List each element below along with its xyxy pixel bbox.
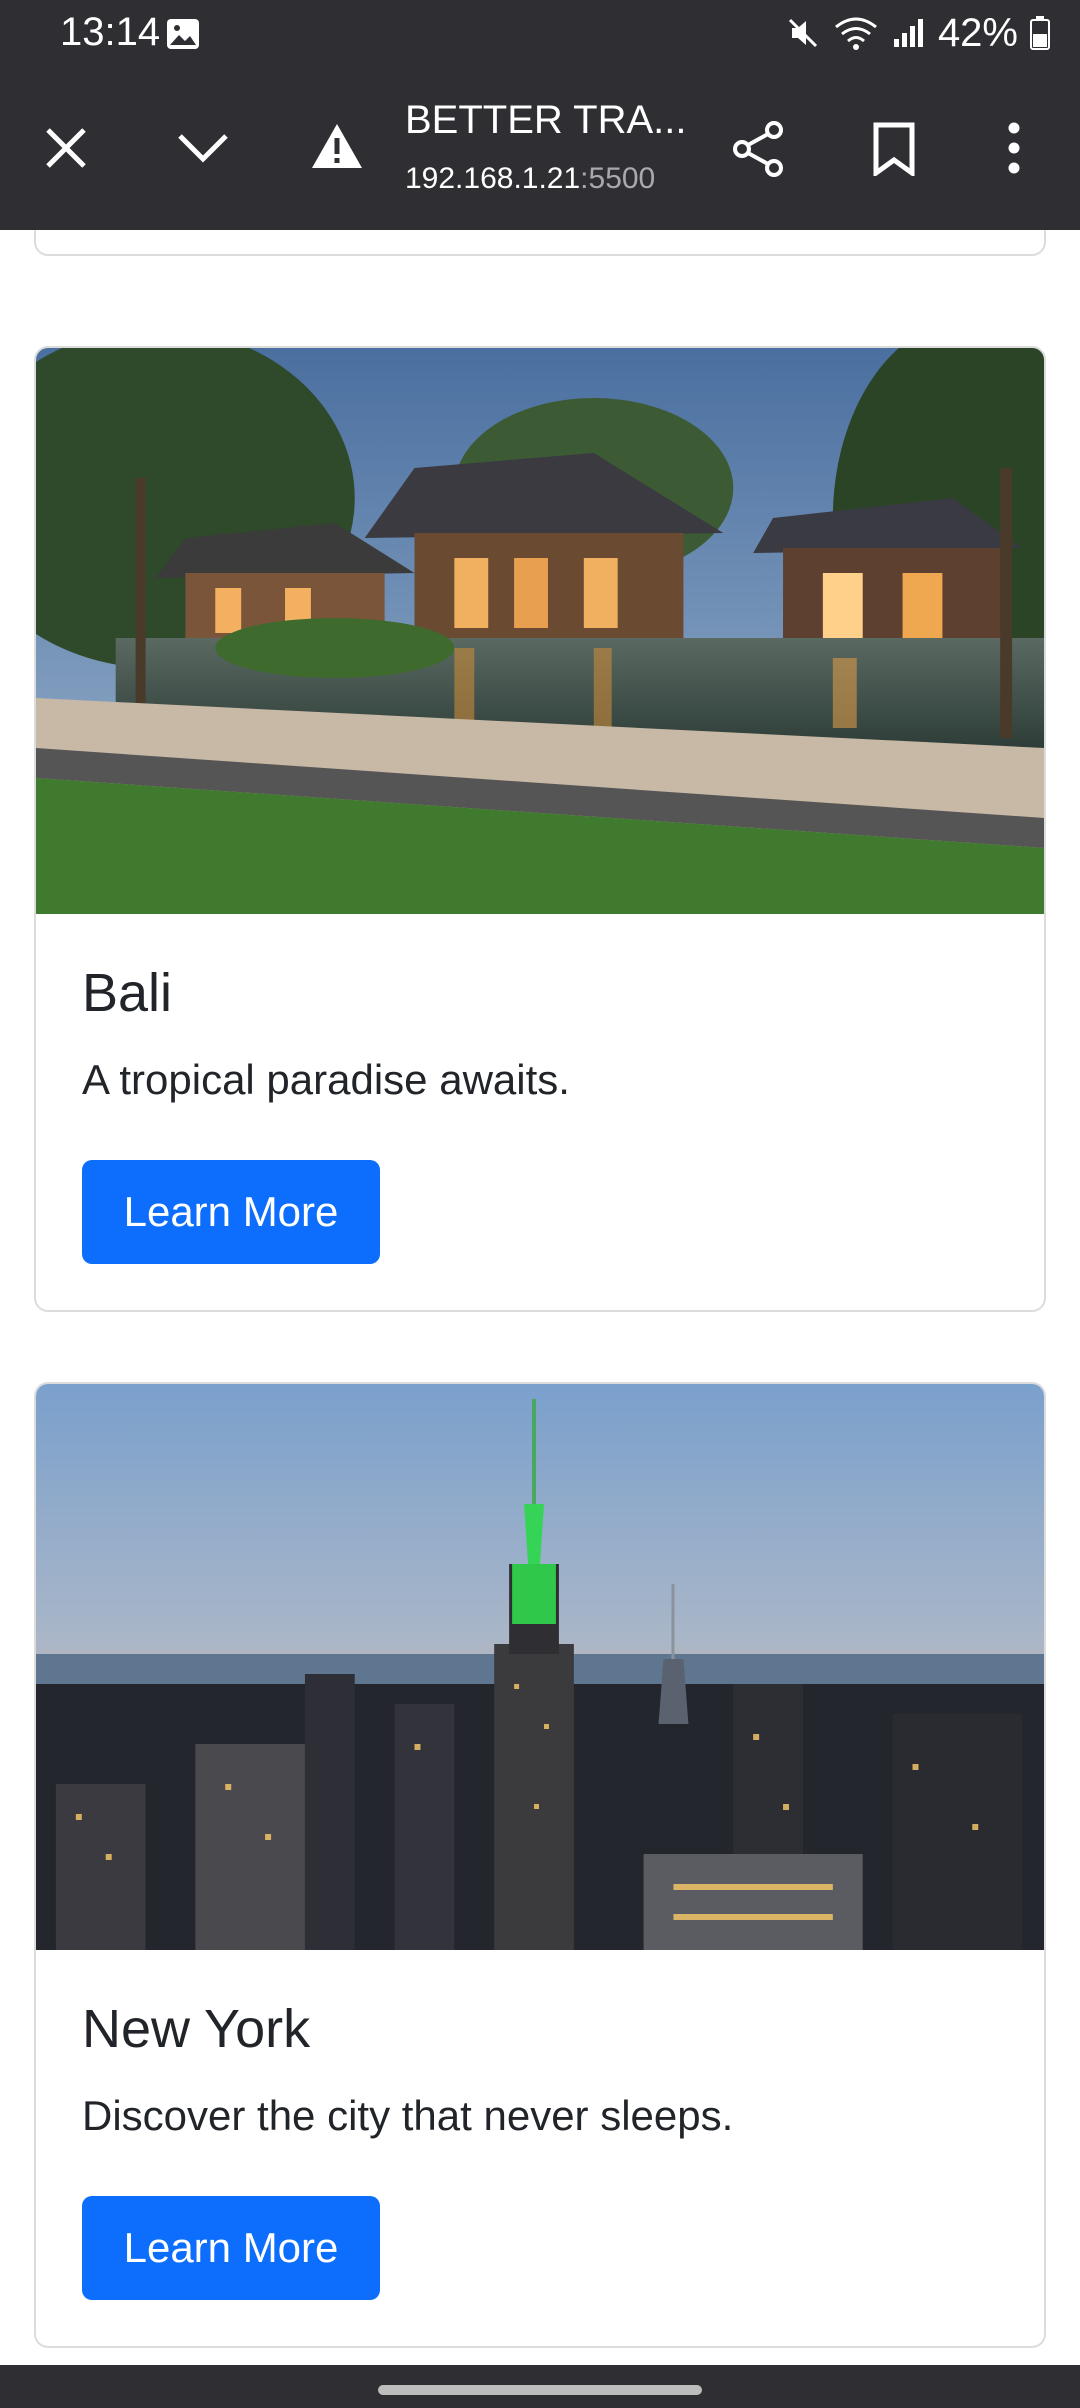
battery-icon bbox=[1030, 16, 1050, 50]
card-title: New York bbox=[82, 1999, 311, 2059]
gallery-notification-icon bbox=[167, 19, 199, 49]
page-content[interactable]: Bali A tropical paradise awaits. Learn M… bbox=[0, 230, 1080, 2365]
url-host[interactable]: 192.168.1.21:5500 bbox=[405, 162, 655, 196]
security-warning-button[interactable] bbox=[310, 122, 364, 170]
warning-icon bbox=[312, 124, 362, 168]
learn-more-button-bali[interactable]: Learn More bbox=[82, 1160, 380, 1264]
status-icons: 42% bbox=[786, 8, 1050, 58]
battery-percent: 42% bbox=[937, 10, 1018, 55]
url-port: :5500 bbox=[580, 162, 656, 195]
more-options-button[interactable] bbox=[1006, 122, 1022, 174]
destination-card-bali: Bali A tropical paradise awaits. Learn M… bbox=[34, 346, 1046, 1312]
url-host-address: 192.168.1.21 bbox=[405, 162, 581, 195]
home-gesture-handle[interactable] bbox=[378, 2385, 702, 2395]
status-bar: 13:14 42% bbox=[0, 0, 1080, 70]
share-icon bbox=[733, 121, 783, 177]
destination-card-new-york: New York Discover the city that never sl… bbox=[34, 1382, 1046, 2348]
new-york-skyline-image bbox=[36, 1384, 1044, 1950]
close-tab-button[interactable] bbox=[44, 126, 88, 170]
minimize-button[interactable] bbox=[176, 130, 230, 164]
share-button[interactable] bbox=[730, 120, 786, 178]
mute-icon bbox=[788, 18, 817, 48]
card-title: Bali bbox=[82, 963, 173, 1023]
bookmark-button[interactable] bbox=[872, 122, 916, 176]
chevron-down-icon bbox=[178, 134, 228, 163]
signal-icon bbox=[893, 19, 923, 47]
learn-more-button-new-york[interactable]: Learn More bbox=[82, 2196, 380, 2300]
bali-resort-image bbox=[36, 348, 1044, 914]
previous-card-bottom bbox=[34, 230, 1046, 256]
card-text: A tropical paradise awaits. bbox=[82, 1056, 570, 1103]
close-icon bbox=[46, 128, 86, 168]
browser-toolbar: 13:14 42% BETTER TRA... 192.168.1.21:550… bbox=[0, 0, 1080, 230]
wifi-icon bbox=[835, 17, 877, 50]
bookmark-icon bbox=[873, 122, 915, 176]
navigation-bar bbox=[0, 2365, 1080, 2408]
more-vert-icon bbox=[1008, 122, 1020, 174]
page-title[interactable]: BETTER TRA... bbox=[405, 98, 705, 143]
status-time: 13:14 bbox=[60, 10, 161, 54]
card-text: Discover the city that never sleeps. bbox=[82, 2092, 734, 2139]
